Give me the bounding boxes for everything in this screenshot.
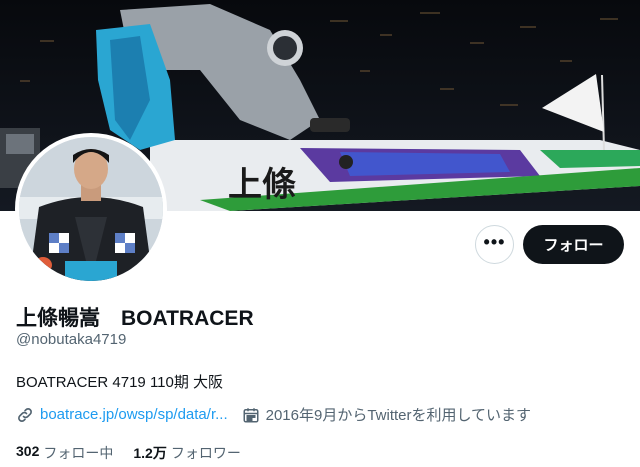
boat-name-text: 上條: [228, 165, 296, 205]
profile-avatar[interactable]: [15, 133, 167, 285]
following-link[interactable]: 302 フォロー中: [16, 443, 113, 463]
following-label: フォロー中: [43, 445, 114, 461]
followers-link[interactable]: 1.2万 フォロワー: [133, 443, 240, 463]
follow-button[interactable]: フォロー: [523, 225, 624, 264]
more-options-button[interactable]: •••: [475, 225, 514, 264]
calendar-icon: [242, 406, 260, 424]
display-name: 上條暢嵩 BOATRACER: [16, 307, 254, 330]
profile-bio: BOATRACER 4719 110期 大阪: [16, 374, 224, 391]
following-count: 302: [16, 443, 40, 459]
joined-date: 2016年9月からTwitterを利用しています: [265, 407, 532, 424]
link-icon: [16, 406, 34, 424]
followers-label: フォロワー: [170, 445, 241, 461]
user-handle: @nobutaka4719: [16, 331, 127, 348]
profile-meta: boatrace.jp/owsp/sp/data/r... 2016年9月からT…: [16, 404, 531, 425]
followers-count: 1.2万: [133, 445, 167, 461]
follow-stats: 302 フォロー中 1.2万 フォロワー: [16, 443, 261, 463]
profile-website-link[interactable]: boatrace.jp/owsp/sp/data/r...: [40, 406, 228, 423]
more-icon: •••: [483, 231, 506, 252]
